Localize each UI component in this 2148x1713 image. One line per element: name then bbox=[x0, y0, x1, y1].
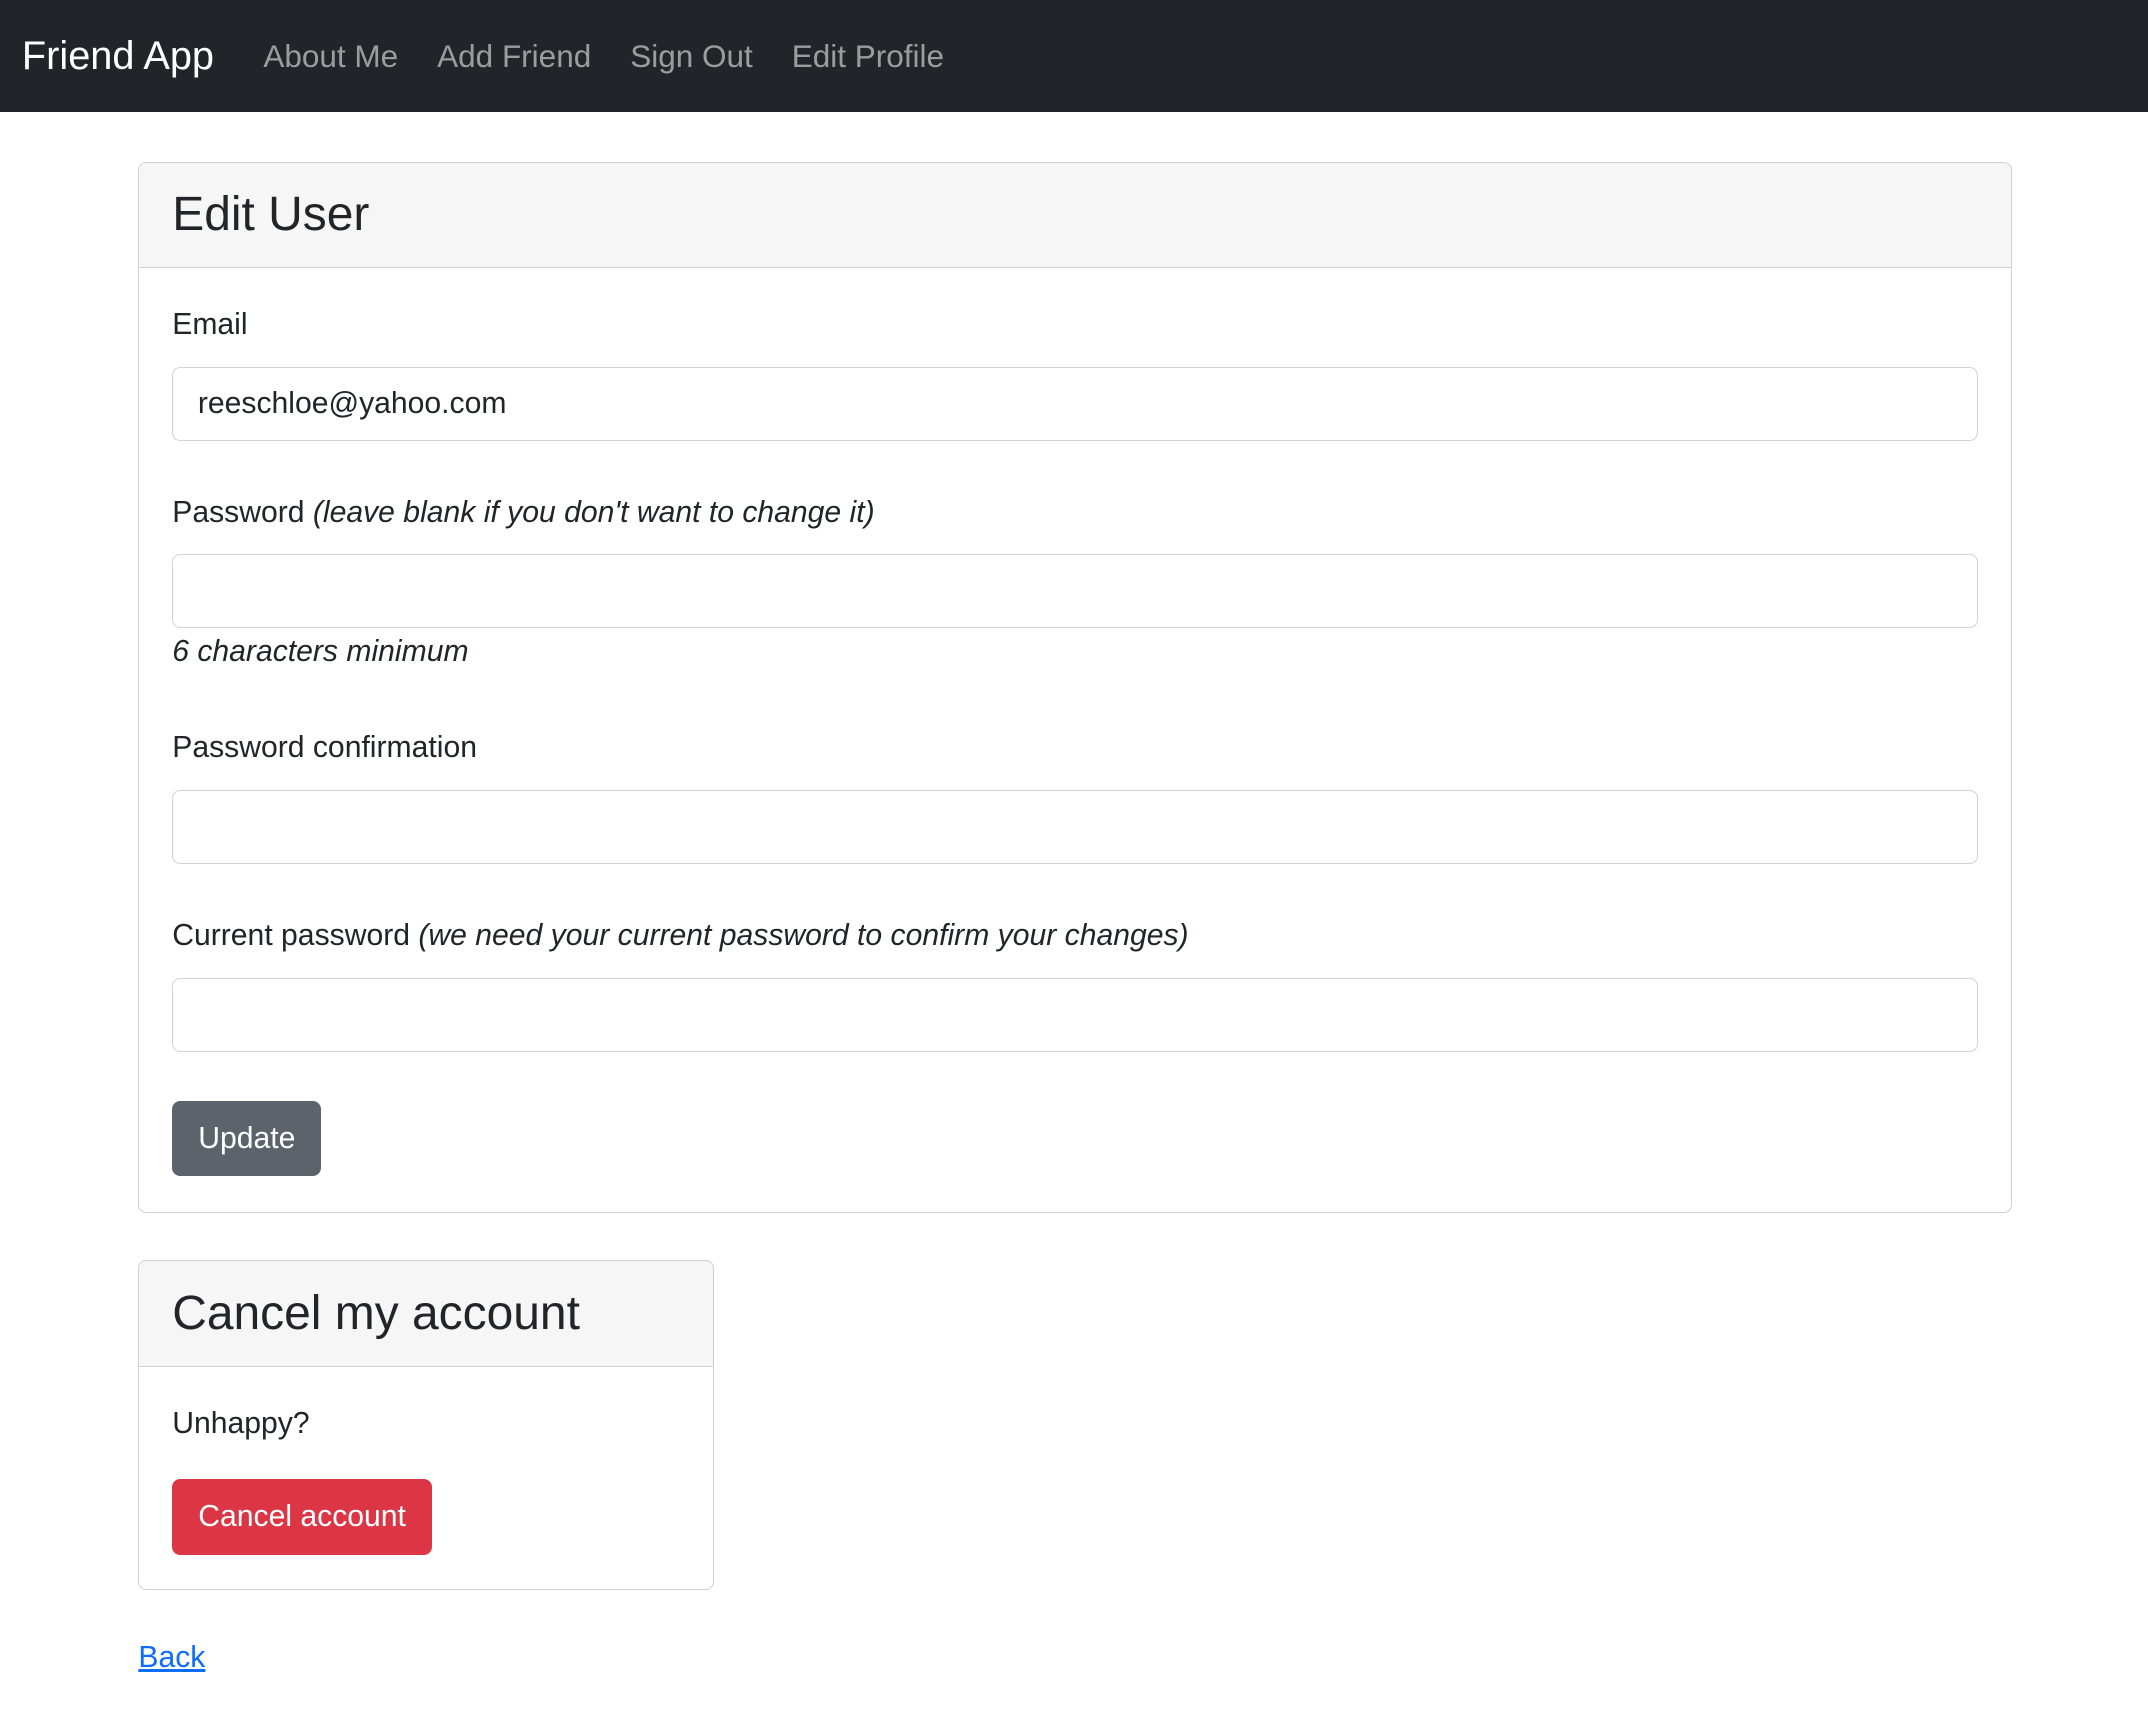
password-label: Password (leave blank if you don't want … bbox=[172, 496, 874, 530]
email-input[interactable] bbox=[172, 366, 1978, 441]
current-password-label: Current password (we need your current p… bbox=[172, 919, 1188, 953]
current-password-note: (we need your current password to confir… bbox=[418, 918, 1189, 952]
brand-link[interactable]: Friend App bbox=[22, 34, 214, 79]
unhappy-text: Unhappy? bbox=[172, 1406, 310, 1440]
nav-edit-profile[interactable]: Edit Profile bbox=[792, 38, 944, 74]
card-header: Edit User bbox=[139, 162, 2011, 269]
password-confirmation-label: Password confirmation bbox=[172, 731, 477, 765]
card-title: Edit User bbox=[172, 188, 370, 242]
password-note: (leave blank if you don't want to change… bbox=[312, 495, 875, 529]
nav-add-friend[interactable]: Add Friend bbox=[437, 38, 591, 74]
edit-user-card: Edit User Email Password (leave blank if… bbox=[138, 161, 2012, 1214]
cancel-account-button[interactable]: Cancel account bbox=[172, 1479, 432, 1555]
card-title: Cancel my account bbox=[172, 1287, 580, 1341]
card-header: Cancel my account bbox=[139, 1261, 714, 1367]
current-password-label-text: Current password bbox=[172, 918, 410, 952]
update-button[interactable]: Update bbox=[172, 1101, 322, 1177]
password-label-text: Password bbox=[172, 495, 305, 529]
nav-about-me[interactable]: About Me bbox=[263, 38, 398, 74]
cancel-account-card: Cancel my account Unhappy? Cancel accoun… bbox=[138, 1260, 715, 1590]
back-link[interactable]: Back bbox=[138, 1641, 205, 1675]
password-hint: 6 characters minimum bbox=[172, 635, 469, 669]
page: Friend App About Me Add Friend Sign Out … bbox=[0, 0, 2148, 1713]
password-input[interactable] bbox=[172, 554, 1978, 629]
current-password-input[interactable] bbox=[172, 977, 1978, 1052]
nav-links: About Me Add Friend Sign Out Edit Profil… bbox=[263, 38, 977, 75]
password-confirmation-input[interactable] bbox=[172, 790, 1978, 865]
navbar: Friend App About Me Add Friend Sign Out … bbox=[0, 0, 2148, 113]
email-label: Email bbox=[172, 307, 248, 341]
nav-sign-out[interactable]: Sign Out bbox=[630, 38, 753, 74]
